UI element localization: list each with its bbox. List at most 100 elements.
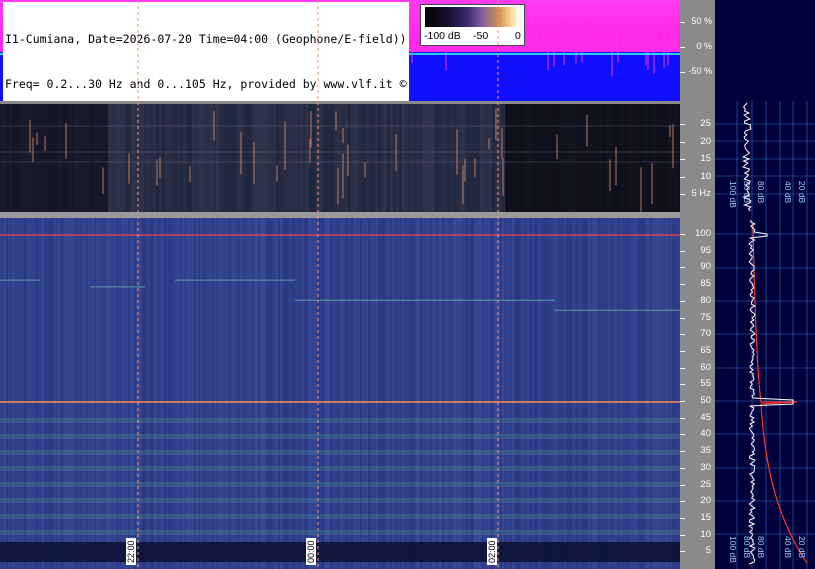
geophone-column [156,104,159,212]
scale-tick [680,284,685,286]
scale-tick [680,317,685,319]
geophone-dark-region [0,104,108,212]
geophone-column [447,104,450,212]
geophone-column [405,104,408,212]
geophone-column [189,104,192,212]
geophone-column [306,104,309,212]
geophone-column [486,104,489,212]
frequency-label: 10 [700,170,711,182]
geophone-column [330,104,333,212]
geophone-column [354,104,357,212]
frequency-label: 20 [700,495,711,507]
scale-tick [680,234,685,235]
geophone-column [201,104,204,212]
geophone-column [171,104,174,212]
efield-harmonic-band [0,434,680,439]
geophone-column [117,104,120,212]
efield-db-label-1: 100 dB [728,536,738,563]
geophone-column [402,104,405,212]
efield-db-label-2: 80 dB [742,536,752,559]
geophone-column [399,104,402,212]
geophone-spectrogram [0,104,680,212]
amplitude-label-50: 50 % [691,16,712,26]
geophone-column [414,104,417,212]
scale-tick [680,534,685,536]
geophone-column [372,104,375,212]
geophone-column [147,104,150,212]
colorbar-legend: -100 dB -50 0 [420,4,525,46]
geophone-column [477,104,480,212]
efield-harmonic-band [0,418,680,423]
scale-tick [680,300,685,302]
frequency-label: 50 [700,395,711,406]
scale-tick [680,176,685,178]
geophone-column [276,104,279,212]
geophone-column [471,104,474,212]
time-marker-22: 22:00 [126,538,136,565]
geophone-column [264,104,267,212]
efield-db-label-5: 20 dB [797,536,807,559]
geophone-column [270,104,273,212]
efield-db-label-3: 80 dB [756,536,766,559]
frequency-label: 70 [700,328,711,340]
spectrogram-viewer: I1-Cumiana, Date=2026-07-20 Time=04:00 (… [0,0,815,569]
geophone-column [492,104,495,212]
geophone-column [219,104,222,212]
efield-spectrum-plot [715,218,815,569]
geophone-column [465,104,468,212]
scale-tick [680,124,685,125]
geophone-column [318,104,321,212]
geophone-column [489,104,492,212]
scale-tick [680,350,685,352]
frequency-label: 35 [700,445,711,457]
geophone-column [120,104,123,212]
frequency-label: 15 [700,511,711,523]
geophone-column [153,104,156,212]
geophone-column [324,104,327,212]
geophone-column [423,104,426,212]
geophone-column [258,104,261,212]
geophone-column [363,104,366,212]
geophone-column [339,104,342,212]
geophone-column [204,104,207,212]
header-line-1: I1-Cumiana, Date=2026-07-20 Time=04:00 (… [5,32,407,47]
geophone-column [174,104,177,212]
frequency-label: 10 [700,528,711,540]
frequency-label: 30 [700,461,711,473]
scale-tick [680,267,685,269]
frequency-label: 45 [700,411,711,423]
scale-tick [680,159,685,160]
geophone-column [273,104,276,212]
efield-harmonic-band [0,482,680,487]
geophone-column [321,104,324,212]
geophone-column [360,104,363,212]
geophone-column [435,104,438,212]
geophone-column [366,104,369,212]
efield-harmonic-band [0,450,680,455]
scale-tick [680,484,685,486]
geophone-column [114,104,117,212]
frequency-label: 80 [700,294,711,306]
geophone-frequency-scale: 25 20 15 10 5 Hz [680,101,715,218]
geophone-column [177,104,180,212]
amplitude-scale: 50 % 0 % -50 % [680,0,715,101]
scale-tick [680,401,685,402]
amplitude-label-minus50: -50 % [688,66,712,76]
frequency-label: 25 [700,478,711,490]
scale-tick [680,417,685,419]
geophone-column [441,104,444,212]
geophone-column [288,104,291,212]
geophone-column [135,104,138,212]
geophone-column [387,104,390,212]
frequency-label: 5 [705,545,711,557]
geophone-column [294,104,297,212]
frequency-label: 15 [700,153,711,164]
efield-frequency-scale: 100 95 90 85 80 75 70 65 60 55 50 45 40 35 30 25 20 15 10 5 [680,218,715,569]
geophone-column [450,104,453,212]
scale-tick [680,434,685,436]
geophone-column [207,104,210,212]
frequency-label: 100 [695,228,711,239]
geophone-column [408,104,411,212]
geophone-column [351,104,354,212]
scale-tick [680,517,685,519]
